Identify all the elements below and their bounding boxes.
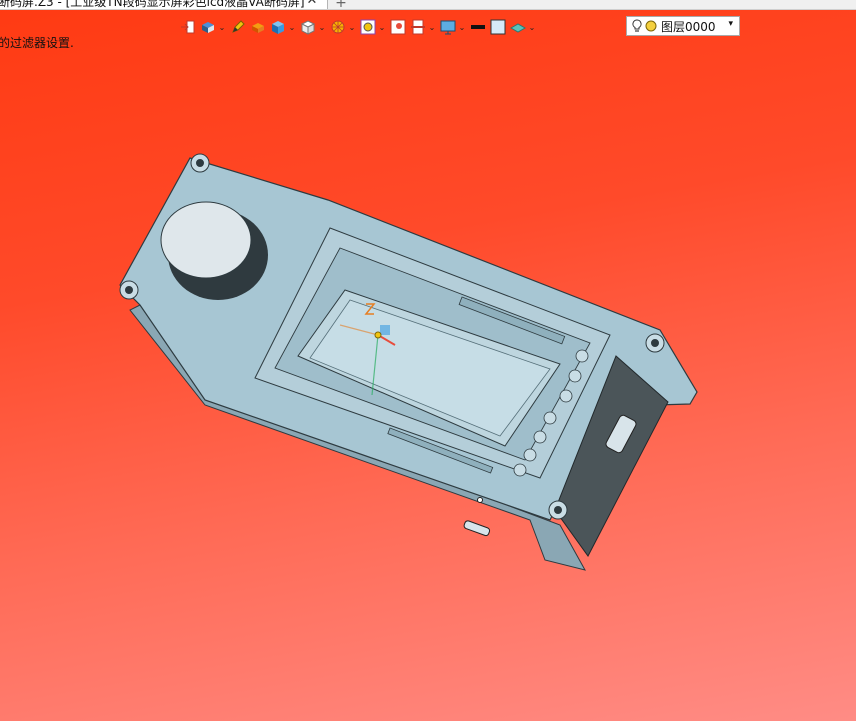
3d-viewport[interactable] <box>0 0 856 721</box>
lcd-enclosure-model <box>119 153 698 571</box>
